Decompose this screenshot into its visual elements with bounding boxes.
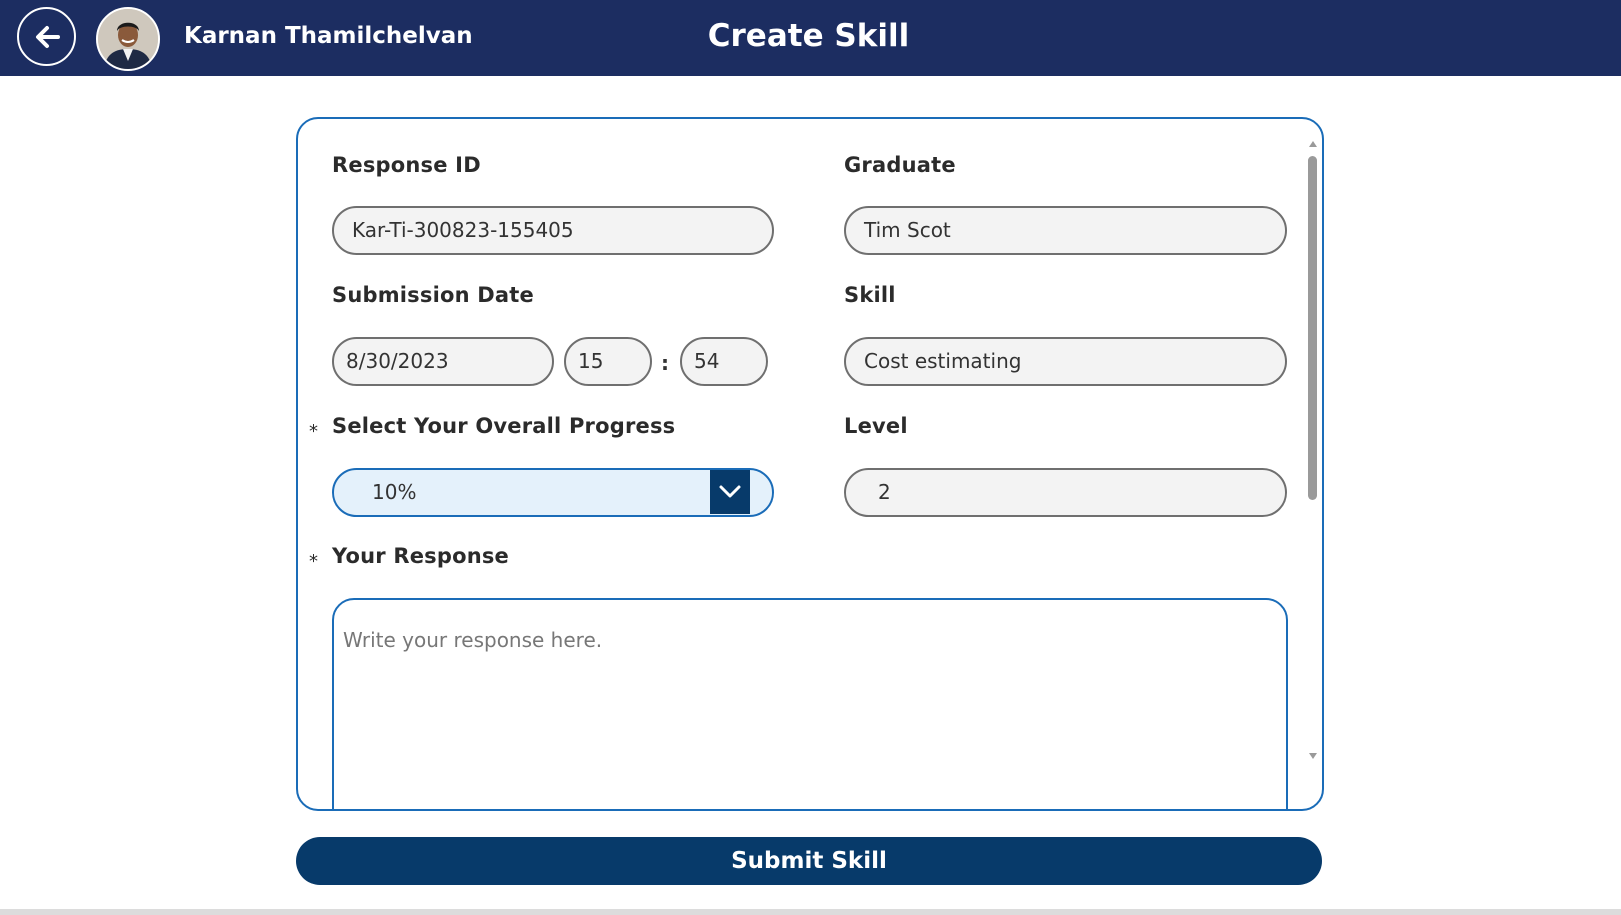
- response-id-label: Response ID: [332, 153, 481, 177]
- chevron-down-icon: [719, 485, 741, 498]
- submission-minute-field[interactable]: 54: [680, 337, 768, 386]
- level-label: Level: [844, 414, 908, 438]
- level-field[interactable]: 2: [844, 468, 1287, 517]
- skill-form-card: Response ID Kar-Ti-300823-155405 Graduat…: [296, 117, 1324, 811]
- response-required-mark: *: [309, 551, 318, 572]
- bottom-divider: [0, 909, 1621, 915]
- progress-dropdown[interactable]: 10%: [332, 468, 774, 517]
- progress-required-mark: *: [309, 421, 318, 442]
- response-placeholder: Write your response here.: [343, 628, 603, 652]
- header-bar: Karnan Thamilchelvan Create Skill: [0, 0, 1621, 76]
- submission-hour-field[interactable]: 15: [564, 337, 652, 386]
- form-scrollbar[interactable]: [1306, 141, 1320, 761]
- graduate-label: Graduate: [844, 153, 956, 177]
- scroll-down-arrow-icon[interactable]: [1309, 753, 1317, 759]
- response-label: Your Response: [332, 544, 509, 568]
- dropdown-toggle-button[interactable]: [710, 470, 750, 514]
- scroll-up-arrow-icon[interactable]: [1309, 141, 1317, 147]
- response-id-field[interactable]: Kar-Ti-300823-155405: [332, 206, 774, 255]
- graduate-field[interactable]: Tim Scot: [844, 206, 1287, 255]
- progress-selected-value: 10%: [372, 480, 417, 504]
- time-separator: :: [661, 351, 669, 375]
- submit-skill-button[interactable]: Submit Skill: [296, 837, 1322, 885]
- submission-date-field[interactable]: 8/30/2023: [332, 337, 554, 386]
- progress-label: Select Your Overall Progress: [332, 414, 676, 438]
- scroll-thumb[interactable]: [1308, 156, 1317, 500]
- skill-field[interactable]: Cost estimating: [844, 337, 1287, 386]
- submission-date-label: Submission Date: [332, 283, 534, 307]
- page-title: Create Skill: [707, 18, 910, 54]
- response-textarea[interactable]: Write your response here.: [332, 598, 1288, 809]
- skill-label: Skill: [844, 283, 896, 307]
